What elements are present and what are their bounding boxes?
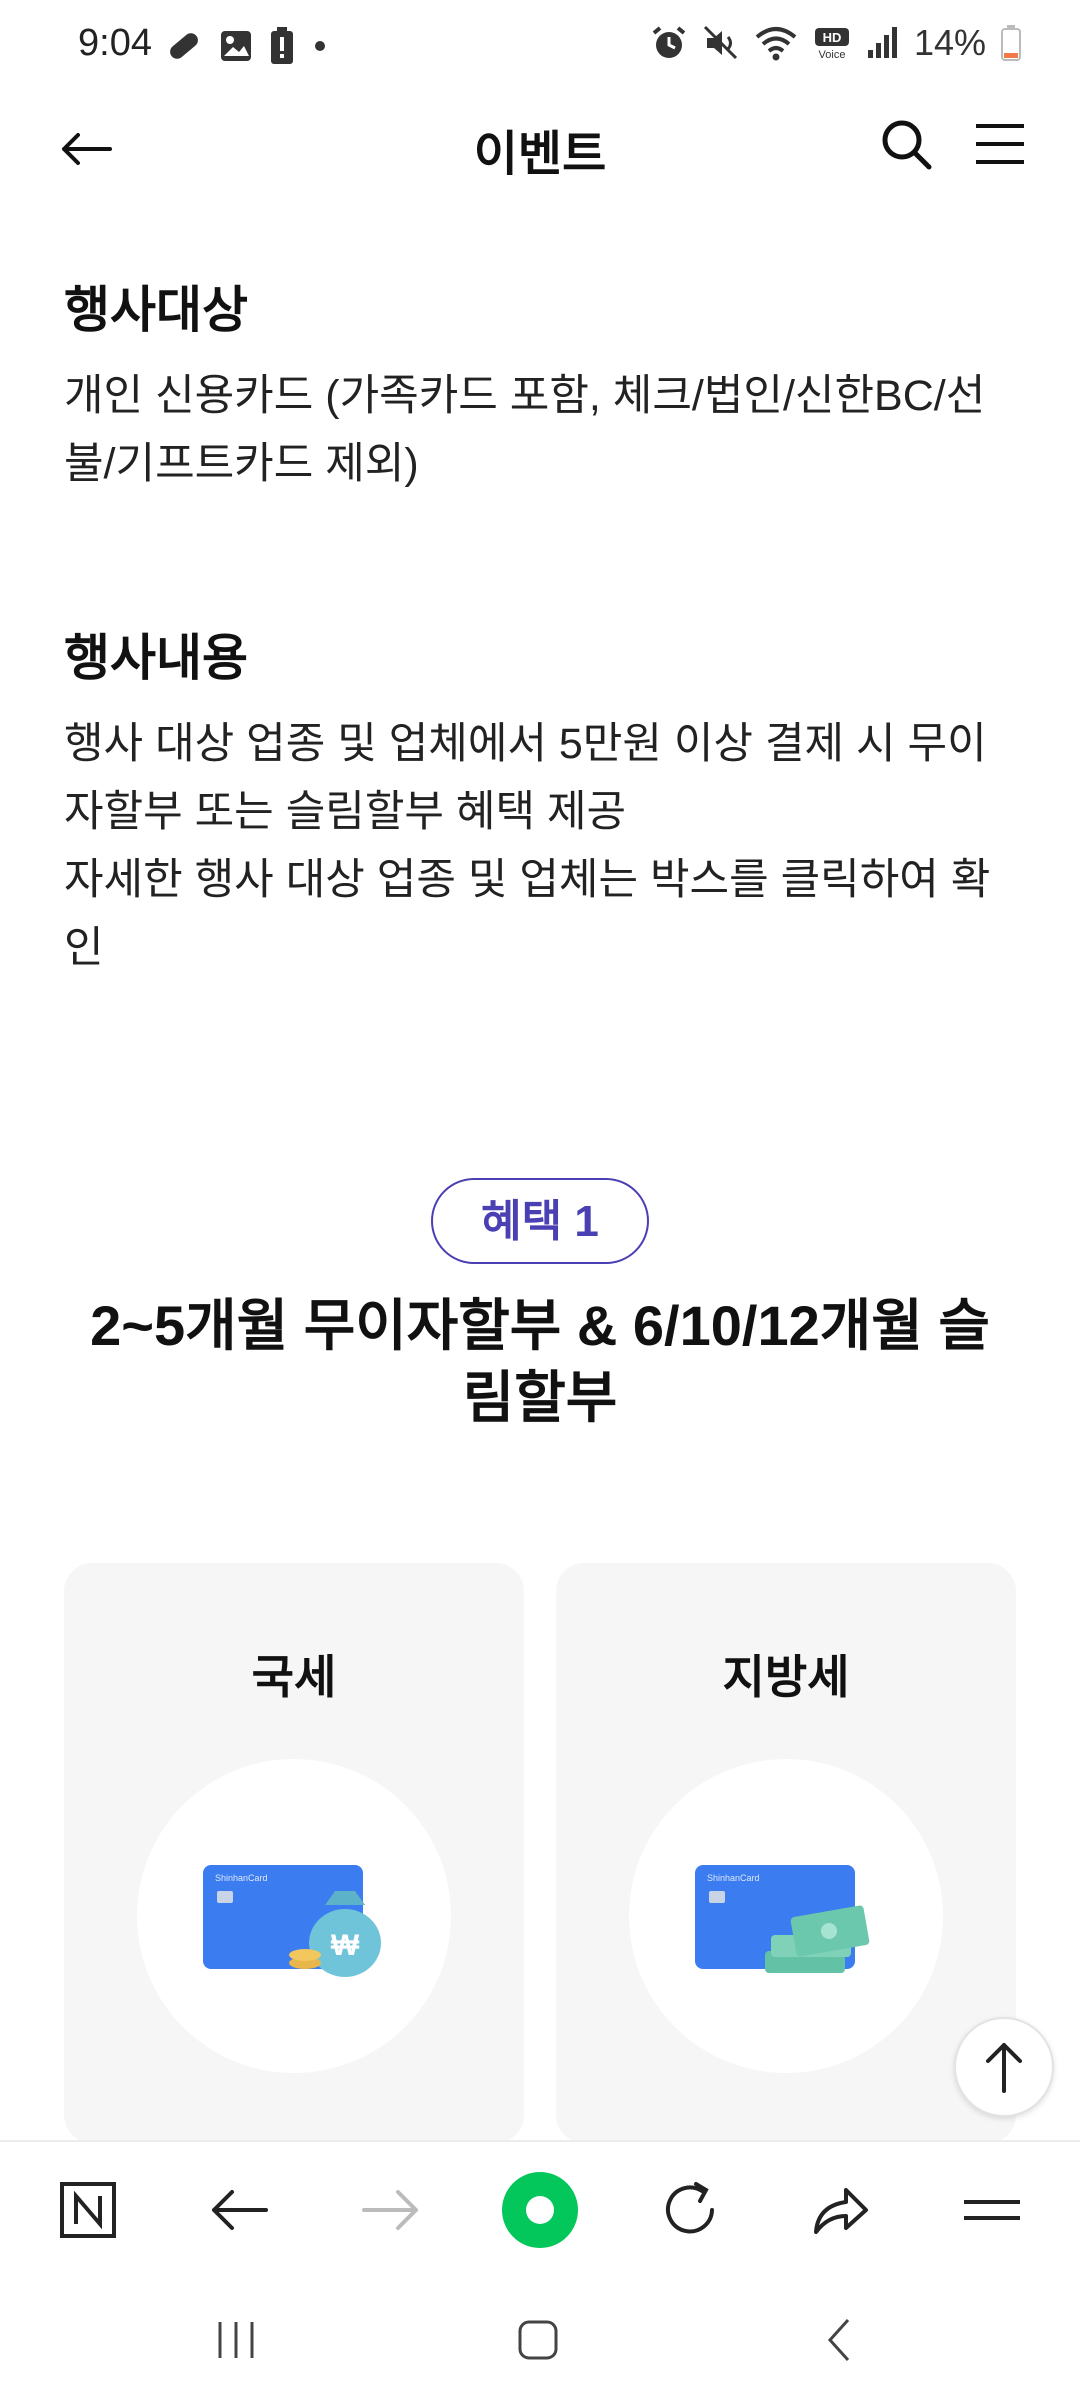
menu-icon[interactable] [974, 120, 1026, 168]
system-icons: HD Voice 14% [650, 22, 1022, 64]
section-title: 행사대상 [64, 282, 248, 338]
status-time: 9:04 [78, 22, 152, 64]
battery-icon [1001, 25, 1021, 61]
card-local-tax[interactable]: 지방세 ShinhanCard [556, 1563, 1016, 2143]
image-icon [221, 31, 251, 61]
card-label: 국세 [251, 1651, 337, 1703]
green-dot-icon[interactable] [500, 2170, 580, 2250]
svg-text:HD: HD [823, 30, 842, 45]
tax-category-cards: 국세 ShinhanCard ₩ 지방세 ShinhanCard [64, 1563, 1016, 2143]
svg-text:ShinhanCard: ShinhanCard [707, 1873, 760, 1883]
section-body-line: 행사 대상 업종 및 업체에서 5만원 이상 결제 시 무이자할부 또는 슬림할… [64, 720, 987, 836]
section-body: 행사 대상 업종 및 업체에서 5만원 이상 결제 시 무이자할부 또는 슬림할… [64, 710, 1024, 982]
benefit-title: 2~5개월 무이자할부 & 6/10/12개월 슬림할부 [90, 1294, 990, 1429]
card-illustration-circle: ShinhanCard [629, 1759, 943, 2073]
pill-icon [170, 33, 198, 59]
app-header: 이벤트 [0, 96, 1080, 198]
share-icon[interactable] [800, 2170, 880, 2250]
browser-toolbar [0, 2140, 1080, 2278]
back-icon[interactable] [200, 2170, 280, 2250]
notification-icons [164, 26, 330, 66]
alarm-icon [652, 26, 686, 58]
section-target: 행사대상 개인 신용카드 (가족카드 포함, 체크/법인/신한BC/선불/기프트… [64, 280, 1016, 498]
hd-voice-icon: HD Voice [814, 28, 849, 61]
system-navigation-bar [0, 2276, 1080, 2400]
dot-icon [315, 41, 325, 51]
forward-icon[interactable] [350, 2170, 430, 2250]
svg-text:ShinhanCard: ShinhanCard [215, 1873, 268, 1883]
recent-apps-icon[interactable] [206, 2310, 266, 2370]
card-label: 지방세 [722, 1651, 850, 1703]
card-illustration-circle: ShinhanCard ₩ [137, 1759, 451, 2073]
nav-back-icon[interactable] [810, 2310, 870, 2370]
mute-icon [703, 25, 737, 60]
battery-percent: 14% [913, 22, 986, 63]
card-cash-stack-icon: ShinhanCard [695, 1865, 870, 1973]
search-icon[interactable] [878, 116, 934, 172]
section-body: 개인 신용카드 (가족카드 포함, 체크/법인/신한BC/선불/기프트카드 제외… [64, 372, 986, 488]
signal-icon [867, 27, 897, 58]
browser-menu-icon[interactable] [952, 2170, 1032, 2250]
section-details: 행사내용 행사 대상 업종 및 업체에서 5만원 이상 결제 시 무이자할부 또… [64, 628, 1024, 982]
naver-home-icon[interactable] [48, 2170, 128, 2250]
status-bar: 9:04 HD Voice 14% [0, 0, 1080, 96]
svg-text:Voice: Voice [818, 49, 845, 61]
refresh-icon[interactable] [650, 2170, 730, 2250]
benefit-badge-wrap: 혜택 1 [0, 1178, 1080, 1264]
home-button-icon[interactable] [508, 2310, 568, 2370]
wifi-icon [755, 27, 797, 61]
card-national-tax[interactable]: 국세 ShinhanCard ₩ [64, 1563, 524, 2143]
card-money-bag-icon: ShinhanCard ₩ [203, 1865, 381, 1977]
scroll-to-top-button[interactable] [954, 2017, 1054, 2117]
arrow-up-icon [986, 2043, 1022, 2093]
section-title: 행사내용 [64, 630, 248, 686]
svg-text:₩: ₩ [331, 1929, 360, 1962]
section-body-line: 자세한 행사 대상 업종 및 업체는 박스를 클릭하여 확인 [64, 856, 991, 972]
benefit-badge: 혜택 1 [431, 1178, 649, 1264]
battery-alert-icon [271, 27, 293, 64]
